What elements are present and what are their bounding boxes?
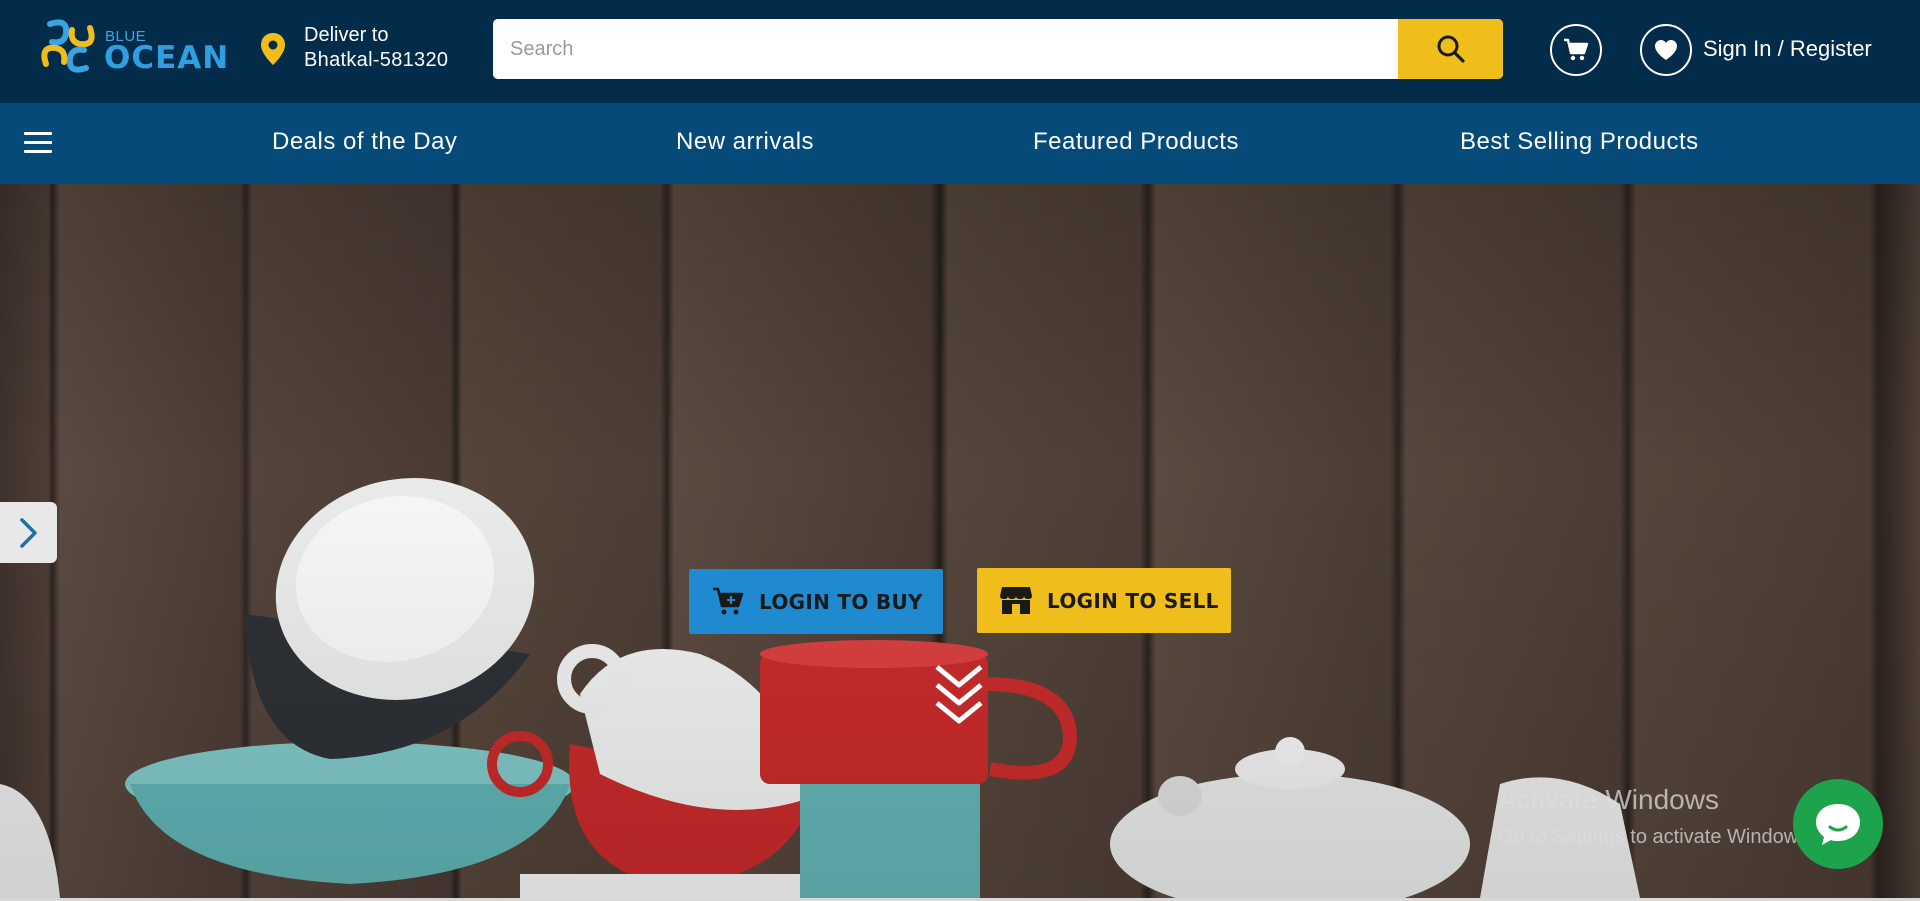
deliver-label: Deliver to [304,24,389,46]
deliver-location-value: Bhatkal-581320 [304,49,449,71]
hamburger-menu-icon[interactable] [24,132,52,156]
category-nav: Deals of the Day New arrivals Featured P… [0,103,1920,184]
login-to-buy-label: LOGIN TO BUY [759,590,923,614]
slider-next-button[interactable] [0,502,57,563]
cart-icon [1564,38,1589,61]
hero-banner: LOGIN TO BUY LOGIN TO SELL Activate Wind… [0,184,1920,898]
deliver-location[interactable]: Deliver to Bhatkal-581320 [258,22,478,78]
heart-icon [1655,40,1677,60]
double-chevron-down-icon[interactable] [933,661,985,727]
sign-in-register-link[interactable]: Sign In / Register [1703,36,1872,62]
blue-ocean-logo[interactable]: BLUE OCEAN [36,14,232,80]
activate-windows-title: Activate Windows [1498,784,1719,815]
chat-bubble-icon [1816,804,1860,845]
wishlist-button[interactable] [1640,24,1692,76]
search-input[interactable] [493,19,1398,79]
logo-mark-icon [41,19,95,73]
cart-button[interactable] [1550,24,1602,76]
nav-deals-of-the-day[interactable]: Deals of the Day [272,128,457,156]
chevron-right-icon [19,517,37,548]
login-to-sell-button[interactable]: LOGIN TO SELL [977,568,1231,633]
location-pin-icon [261,33,285,65]
activate-windows-subtitle: Go to Settings to activate Windows. [1498,826,1814,848]
store-icon [1000,587,1032,614]
search-bar [493,19,1503,79]
top-header: BLUE OCEAN Deliver to Bhatkal-581320 Sea… [0,0,1920,103]
search-button[interactable] [1398,19,1503,79]
nav-best-selling-products[interactable]: Best Selling Products [1460,128,1699,156]
login-to-sell-label: LOGIN TO SELL [1047,589,1219,613]
search-icon [1437,35,1465,63]
login-to-buy-button[interactable]: LOGIN TO BUY [689,569,943,634]
nav-featured-products[interactable]: Featured Products [1033,128,1239,156]
chat-button[interactable] [1793,779,1883,869]
logo-text-big: OCEAN [104,40,230,76]
nav-new-arrivals[interactable]: New arrivals [676,128,814,156]
cart-add-icon [713,587,744,615]
